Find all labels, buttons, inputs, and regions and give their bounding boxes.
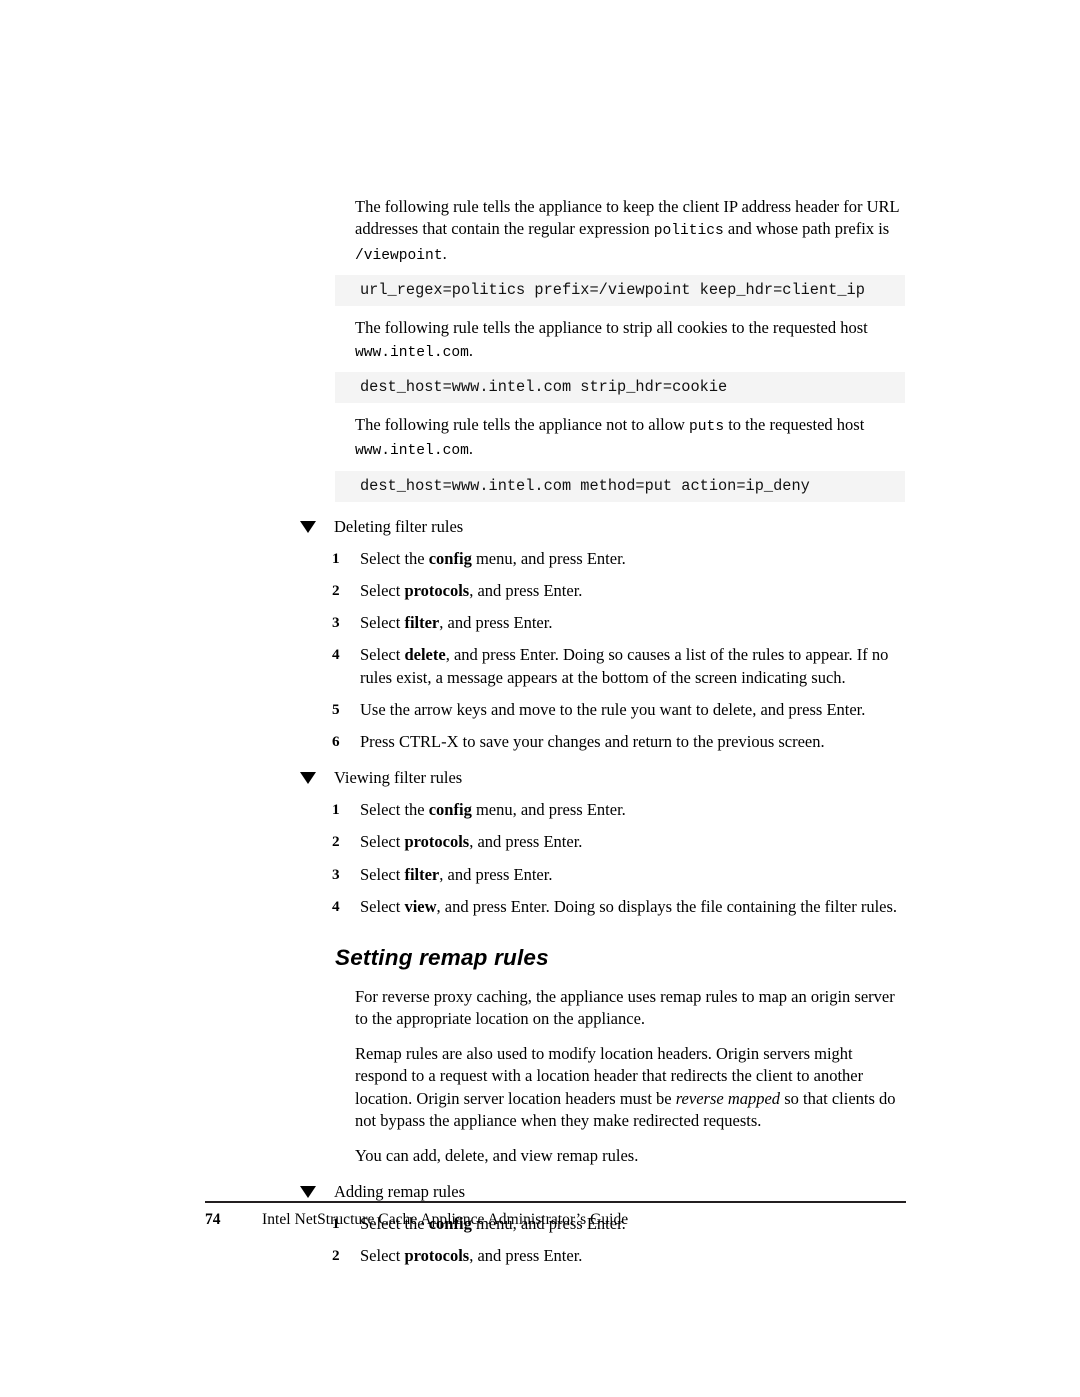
step-text-bold: view: [404, 896, 437, 916]
step-text-post: , and press Enter.: [469, 581, 583, 601]
step-number: 3: [332, 614, 340, 632]
paragraph-keep-client-ip: The following rule tells the appliance t…: [355, 196, 905, 267]
list-item: 6 Press CTRL-X to save your changes and r…: [332, 731, 907, 753]
step-text-pre: Select: [360, 1246, 405, 1266]
step-number: 1: [332, 801, 340, 819]
step-text-pre: Select: [360, 832, 405, 852]
step-text-pre: Select: [360, 613, 405, 633]
step-text-pre: Select: [360, 581, 405, 601]
procedure-viewing-filter-rules: Viewing filter rules 1 Select the config …: [205, 767, 905, 918]
step-text-pre: Select: [360, 645, 405, 665]
step-text-bold: filter: [404, 864, 440, 884]
procedure-heading: Deleting filter rules: [300, 516, 905, 538]
inline-code-viewpoint: /viewpoint: [355, 247, 443, 264]
list-item: 4 Select view, and press Enter. Doing so …: [332, 896, 907, 918]
triangle-bullet-icon: [300, 1185, 316, 1198]
step-text-pre: Select the: [360, 548, 429, 568]
step-text-pre: Press CTRL-X to save your changes and re…: [360, 732, 825, 752]
inline-code-intel-host: www.intel.com: [355, 344, 469, 361]
step-number: 4: [332, 646, 340, 664]
step-number: 3: [332, 865, 340, 883]
code-block-ip-deny: dest_host=www.intel.com method=put actio…: [335, 470, 905, 502]
page-content: The following rule tells the appliance t…: [205, 196, 905, 1267]
paragraph-period: .: [468, 439, 473, 459]
triangle-bullet-icon: [300, 520, 316, 533]
step-text-bold: config: [428, 548, 472, 568]
step-number: 2: [332, 582, 340, 600]
step-number: 1: [332, 549, 340, 567]
procedure-steps: 1 Select the config menu, and press Enter…: [332, 799, 907, 918]
paragraph-remap-operations: You can add, delete, and view remap rule…: [355, 1145, 639, 1165]
list-item: 3 Select filter, and press Enter.: [332, 612, 907, 634]
step-number: 2: [332, 833, 340, 851]
paragraph-text-italic: reverse mapped: [675, 1088, 781, 1108]
step-text-bold: protocols: [404, 1246, 470, 1266]
procedure-title-text: Viewing filter rules: [334, 768, 463, 788]
inline-code-intel-host: www.intel.com: [355, 443, 469, 460]
step-number: 4: [332, 897, 340, 915]
footer-title: Intel NetStructure Cache Appliance Admin…: [262, 1211, 629, 1228]
step-number: 5: [332, 700, 340, 718]
code-block-strip-hdr: dest_host=www.intel.com strip_hdr=cookie: [335, 372, 905, 404]
procedure-deleting-filter-rules: Deleting filter rules 1 Select the config…: [205, 516, 905, 753]
paragraph-text-cont: to the requested host: [724, 415, 865, 435]
footer-divider: [205, 1201, 906, 1203]
list-item: 1 Select the config menu, and press Enter…: [332, 799, 907, 821]
page-number: 74: [205, 1211, 221, 1228]
document-page: The following rule tells the appliance t…: [0, 0, 1080, 1397]
step-text-bold: protocols: [404, 832, 470, 852]
code-block-url-regex: url_regex=politics prefix=/viewpoint kee…: [335, 275, 905, 307]
paragraph-text: The following rule tells the appliance t…: [355, 318, 868, 338]
step-number: 2: [332, 1247, 340, 1265]
inline-code-puts: puts: [689, 419, 725, 436]
list-item: 2 Select protocols, and press Enter.: [332, 1245, 907, 1267]
paragraph-period: .: [468, 340, 473, 360]
step-text-post: menu, and press Enter.: [471, 800, 626, 820]
step-text-pre: Select: [360, 896, 405, 916]
procedure-title-text: Deleting filter rules: [334, 516, 464, 536]
paragraph-deny-puts: The following rule tells the appliance n…: [355, 414, 905, 463]
section-heading-setting-remap-rules: Setting remap rules: [335, 945, 549, 971]
list-item: 5 Use the arrow keys and move to the rule…: [332, 699, 907, 721]
list-item: 2 Select protocols, and press Enter.: [332, 831, 907, 853]
triangle-bullet-icon: [300, 772, 316, 785]
paragraph-period: .: [442, 243, 447, 263]
step-text-bold: config: [428, 800, 472, 820]
list-item: 3 Select filter, and press Enter.: [332, 864, 907, 886]
step-number: 6: [332, 733, 340, 751]
paragraph-text-cont: and whose path prefix is: [723, 219, 890, 239]
step-text-post: menu, and press Enter.: [471, 548, 626, 568]
paragraph-strip-cookies: The following rule tells the appliance t…: [355, 317, 905, 364]
step-text-post: , and press Enter.: [439, 864, 553, 884]
step-text-bold: delete: [404, 645, 446, 665]
step-text-pre: Select the: [360, 800, 429, 820]
inline-code-politics: politics: [653, 223, 724, 240]
step-text-bold: filter: [404, 613, 440, 633]
list-item: 2 Select protocols, and press Enter.: [332, 580, 907, 602]
step-text-pre: Select: [360, 864, 405, 884]
list-item: 1 Select the config menu, and press Enter…: [332, 548, 907, 570]
paragraph-text: The following rule tells the appliance n…: [355, 415, 690, 435]
step-text-bold: protocols: [404, 581, 470, 601]
paragraph-remap-location-headers: Remap rules are also used to modify loca…: [355, 1043, 905, 1133]
step-text-pre: Use the arrow keys and move to the rule …: [360, 699, 866, 719]
step-text-post: , and press Enter. Doing so displays the…: [436, 896, 898, 916]
procedure-steps: 1 Select the config menu, and press Enter…: [332, 548, 907, 753]
step-text-post: , and press Enter.: [469, 1246, 583, 1266]
procedure-title-text: Adding remap rules: [334, 1181, 466, 1201]
procedure-heading: Viewing filter rules: [300, 767, 905, 789]
step-text-post: , and press Enter.: [439, 613, 553, 633]
list-item: 4 Select delete, and press Enter. Doing s…: [332, 644, 907, 688]
procedure-heading: Adding remap rules: [300, 1181, 905, 1203]
step-text-post: , and press Enter.: [469, 832, 583, 852]
paragraph-remap-intro: For reverse proxy caching, the appliance…: [355, 987, 895, 1029]
